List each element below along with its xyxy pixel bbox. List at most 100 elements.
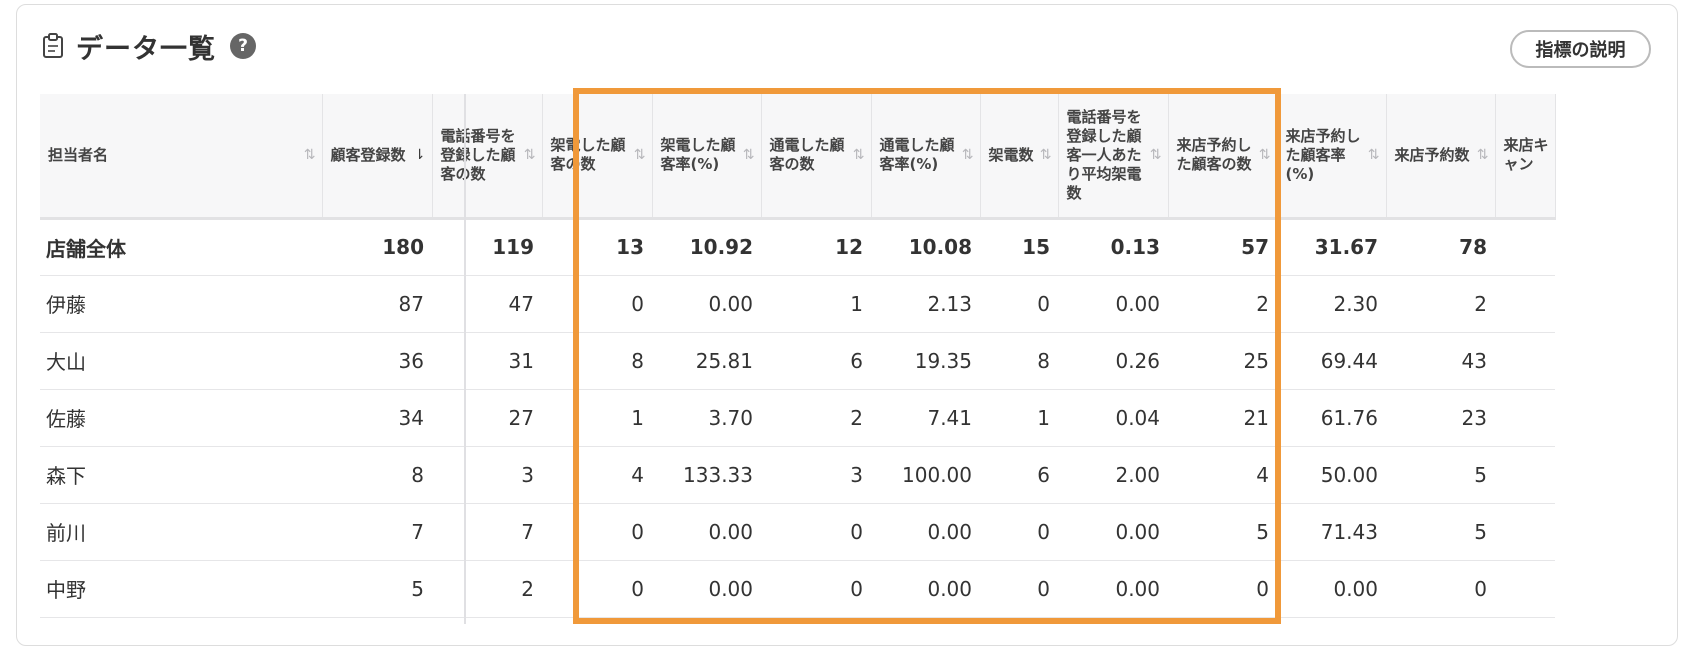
page-title: データ一覧 [76, 33, 216, 65]
staff-name-cell: 森下 [40, 446, 322, 504]
column-header[interactable]: 来店予約した顧客率(%) ⇅ [1277, 94, 1387, 220]
table-cell: 34 [322, 389, 432, 447]
column-header[interactable]: 来店キャン [1495, 94, 1556, 220]
table-cell: 43 [1386, 332, 1495, 390]
table-cell: 21 [1168, 389, 1277, 447]
table-cell: 0.00 [871, 503, 980, 561]
table-cell: 0 [542, 275, 652, 333]
table-cell: 180 [322, 218, 432, 276]
column-header[interactable]: 架電した顧客率(%) ⇅ [652, 94, 762, 220]
staff-name-cell: 佐藤 [40, 389, 322, 447]
table-cell: 3.70 [652, 389, 761, 447]
table-row-total: 店舗全体 180 119 13 10.92 12 10.08 15 0.13 57 31.67 78 [40, 218, 1555, 276]
table-cell: 0.26 [1058, 332, 1168, 390]
help-icon[interactable]: ? [230, 33, 256, 59]
table-cell [1495, 389, 1555, 447]
table-cell: 0.00 [1277, 560, 1386, 618]
table-cell: 19.35 [871, 332, 980, 390]
column-header[interactable]: 通電した顧客率(%) ⇅ [871, 94, 981, 220]
sort-icon[interactable]: ⇅ [304, 146, 316, 165]
table-cell: 2.30 [1277, 275, 1386, 333]
table-cell: 0.00 [1058, 503, 1168, 561]
staff-name-cell: 伊藤 [40, 275, 322, 333]
column-header[interactable]: 架電数 ⇅ [980, 94, 1059, 220]
table-cell: 0.00 [652, 560, 761, 618]
table-cell: 0 [1168, 560, 1277, 618]
column-header-label: 通電した顧客の数 [769, 136, 845, 174]
table-cell: 2 [1168, 275, 1277, 333]
sort-icon[interactable]: ⇅ [1150, 146, 1162, 165]
table-cell: 100.00 [871, 446, 980, 504]
table-cell: 31 [432, 332, 542, 390]
table-row: 佐藤 34 27 1 3.70 2 7.41 1 0.04 21 61.76 23 [40, 389, 1555, 447]
table-cell: 7.41 [871, 389, 980, 447]
table-cell [1495, 446, 1555, 504]
panel-header: データ一覧 ? [42, 26, 256, 66]
table-cell: 2 [761, 389, 871, 447]
sort-icon[interactable]: ⇅ [853, 146, 865, 165]
table-cell: 47 [432, 275, 542, 333]
table-cell: 2 [1386, 275, 1495, 333]
table-cell: 8 [542, 332, 652, 390]
table-cell: 7 [432, 503, 542, 561]
column-header[interactable]: 顧客登録数 ⇂ [322, 94, 433, 220]
table-cell: 0 [542, 560, 652, 618]
column-header[interactable]: 通電した顧客の数 ⇅ [761, 94, 872, 220]
table-cell: 119 [432, 218, 542, 276]
table-cell: 5 [1386, 446, 1495, 504]
table-cell: 2.00 [1058, 446, 1168, 504]
sort-icon[interactable]: ⇅ [962, 146, 974, 165]
column-header-label: 架電数 [988, 145, 1034, 164]
table-cell: 10.08 [871, 218, 980, 276]
staff-name-cell: 前川 [40, 503, 322, 561]
table-cell [1495, 560, 1555, 618]
sort-icon[interactable]: ⇅ [1477, 146, 1489, 165]
data-table-scroll[interactable]: 担当者名 ⇅ 顧客登録数 ⇂ 電話番号を登録した顧客の数 ⇅ 架電した顧客の数 ⇅ 架電した顧客… [40, 94, 1652, 620]
table-cell: 0.04 [1058, 389, 1168, 447]
column-header[interactable]: 架電した顧客の数 ⇅ [542, 94, 653, 220]
table-cell: 61.76 [1277, 389, 1386, 447]
table-row: 大山 36 31 8 25.81 6 19.35 8 0.26 25 69.44 43 [40, 332, 1555, 390]
table-cell: 87 [322, 275, 432, 333]
column-header-label: 来店予約した顧客率(%) [1285, 126, 1361, 183]
sort-icon[interactable]: ⇅ [524, 146, 536, 165]
column-header[interactable]: 担当者名 ⇅ [40, 94, 323, 220]
table-cell: 2 [432, 560, 542, 618]
column-header[interactable]: 電話番号を登録した顧客一人あたり平均架電数 ⇅ [1058, 94, 1169, 220]
clipboard-icon [42, 33, 64, 59]
table-cell: 25.81 [652, 332, 761, 390]
column-header-label: 来店キャン [1503, 136, 1549, 174]
sort-icon[interactable]: ⇅ [1368, 146, 1380, 165]
metrics-explanation-button[interactable]: 指標の説明 [1510, 30, 1651, 68]
column-header-label: 架電した顧客率(%) [660, 136, 736, 174]
sort-icon[interactable]: ⇅ [1259, 146, 1271, 165]
table-cell: 8 [980, 332, 1058, 390]
column-header[interactable]: 来店予約した顧客の数 ⇅ [1168, 94, 1278, 220]
table-cell: 36 [322, 332, 432, 390]
table-cell: 5 [1386, 503, 1495, 561]
sort-icon[interactable]: ⇅ [1040, 146, 1052, 165]
table-cell: 2.13 [871, 275, 980, 333]
sort-icon[interactable]: ⇅ [634, 146, 646, 165]
table-row: 伊藤 87 47 0 0.00 1 2.13 0 0.00 2 2.30 2 [40, 275, 1555, 333]
table-cell: 4 [1168, 446, 1277, 504]
sort-icon[interactable]: ⇂ [414, 146, 426, 165]
column-header[interactable]: 電話番号を登録した顧客の数 ⇅ [432, 94, 543, 220]
sort-icon[interactable]: ⇅ [743, 146, 755, 165]
table-cell: 71.43 [1277, 503, 1386, 561]
table-cell: 31.67 [1277, 218, 1386, 276]
table-cell: 0 [980, 503, 1058, 561]
table-cell: 50.00 [1277, 446, 1386, 504]
table-cell: 23 [1386, 389, 1495, 447]
table-row: 前川 7 7 0 0.00 0 0.00 0 0.00 5 71.43 5 [40, 503, 1555, 561]
table-cell [1495, 275, 1555, 333]
column-header[interactable]: 来店予約数 ⇅ [1386, 94, 1496, 220]
table-cell: 6 [980, 446, 1058, 504]
table-cell: 0.00 [652, 275, 761, 333]
table-cell: 5 [322, 560, 432, 618]
table-cell: 27 [432, 389, 542, 447]
table-cell: 15 [980, 218, 1058, 276]
table-cell: 5 [1168, 503, 1277, 561]
table-cell: 6 [761, 332, 871, 390]
column-header-label: 電話番号を登録した顧客一人あたり平均架電数 [1066, 107, 1142, 202]
